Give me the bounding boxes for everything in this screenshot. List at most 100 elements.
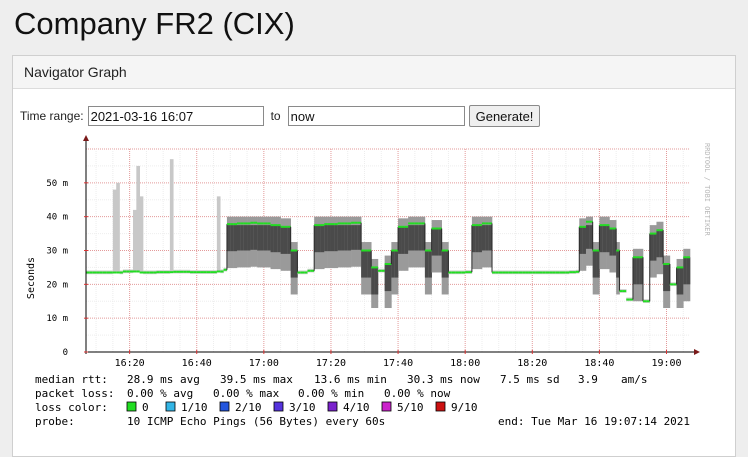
loss-swatch	[435, 401, 446, 412]
smoke-band-inner	[632, 257, 637, 285]
x-tick-label: 18:00	[450, 358, 480, 369]
smoke-band-inner	[263, 225, 268, 251]
smoke-band-inner	[280, 226, 285, 254]
smoke-band-inner	[233, 225, 238, 252]
smoke-band-inner	[676, 267, 681, 295]
smoke-band-inner	[411, 225, 416, 251]
smoke-band-inner	[260, 225, 265, 251]
legend: median rtt: 28.9 ms avg 39.5 ms max 13.6…	[35, 373, 690, 428]
packet-loss-max: 0.00 % max	[213, 387, 280, 400]
loss-color-swatches: 0 1/10 2/10 3/10 4/10 5/10 9/10	[126, 401, 478, 414]
smoke-band-inner	[398, 226, 402, 254]
smoke-band-inner	[592, 250, 597, 278]
smoke-band-inner	[290, 250, 295, 278]
smoke-band-inner	[596, 250, 600, 278]
packet-loss-now: 0.00 % now	[384, 387, 451, 400]
smoke-band-inner	[330, 225, 335, 252]
y-tick-label: 30 m	[46, 247, 68, 257]
smoke-band	[169, 159, 174, 274]
smoke-band-inner	[481, 225, 486, 251]
loss-swatch-label: 0	[142, 401, 149, 414]
smoke-band-inner	[394, 250, 399, 278]
smoke-band-inner	[431, 228, 436, 256]
probe-label: probe:	[35, 415, 75, 428]
smoke-band-inner	[320, 225, 325, 253]
smoke-band-inner	[653, 233, 657, 261]
median-rtt-sd: 7.5 ms sd	[500, 373, 560, 386]
smoke-band-inner	[585, 225, 590, 249]
median-rtt-max: 39.5 ms max	[220, 373, 293, 386]
smoke-band-inner	[602, 225, 607, 253]
smoke-band-inner	[428, 250, 432, 278]
smoke-band-inner	[582, 226, 587, 254]
smoke-band-inner	[250, 225, 255, 250]
median-rtt-now: 30.3 ms now	[407, 373, 480, 386]
latency-graph: 0 10 m 20 m 30 m 40 m 50 m 16:20 16:40 17:00 17:…	[26, 135, 711, 428]
packet-loss-avg: 0.00 % avg	[127, 387, 193, 400]
smoke-band-inner	[401, 226, 406, 254]
loss-swatch-label: 9/10	[451, 401, 478, 414]
smoke-band-inner	[384, 264, 389, 292]
y-axis-arrow	[83, 135, 89, 141]
end-time-label: end: Tue Mar 16 19:07:14 2021	[498, 415, 690, 428]
smoke-band-inner	[314, 225, 318, 253]
smoke-band-inner	[656, 230, 661, 258]
smoke-band-inner	[273, 225, 278, 253]
smoke-band-inner	[391, 250, 396, 278]
smoke-band-inner	[354, 225, 359, 250]
smoke-band-inner	[270, 225, 275, 253]
smoke-band-inner	[361, 250, 365, 278]
smoke-band-inner	[408, 225, 412, 251]
smoke-band-inner	[344, 225, 349, 251]
loss-swatch	[273, 401, 284, 412]
median-rtt-ams-unit: am/s	[621, 373, 648, 386]
smoke-band-inner	[424, 250, 429, 278]
packet-loss-min: 0.00 % min	[298, 387, 364, 400]
packet-loss-label: packet loss:	[35, 387, 114, 400]
smoke-band	[136, 165, 140, 273]
smoke-band-inner	[253, 225, 258, 250]
smoke-band-inner	[579, 226, 583, 254]
loss-swatch-label: 3/10	[289, 401, 316, 414]
x-tick-labels: 16:20 16:40 17:00 17:20 17:40 18:00 18:20 18:40…	[115, 358, 682, 369]
smoke-band	[116, 182, 120, 274]
smoke-band-inner	[237, 225, 241, 251]
smoke-band-inner	[414, 225, 419, 251]
smoke-band-inner	[686, 257, 691, 285]
rrdtool-watermark: RRDTOOL / TOBI OETIKER	[703, 143, 711, 237]
smoke-band	[112, 189, 117, 274]
smoke-band-inner	[418, 225, 422, 251]
y-axis-label: Seconds	[26, 257, 37, 299]
navigator-panel: Navigator Graph Time range: to Generate!…	[12, 55, 736, 457]
smoke-band-inner	[341, 225, 345, 251]
smoke-band	[132, 209, 137, 273]
probe-description: 10 ICMP Echo Pings (56 Bytes) every 60s	[127, 415, 385, 428]
smoke-band-inner	[388, 264, 392, 292]
smoke-band-inner	[485, 225, 489, 251]
x-axis-arrow	[694, 349, 700, 355]
smoke-band-inner	[649, 233, 654, 261]
smoke-band-inner	[257, 225, 261, 251]
median-rtt-ams: 3.9	[578, 373, 598, 386]
smoke-band-inner	[240, 225, 245, 251]
smoke-band-inner	[283, 226, 288, 254]
loss-swatch	[165, 401, 176, 412]
loss-swatch-label: 4/10	[343, 401, 370, 414]
x-tick-label: 18:20	[517, 358, 547, 369]
x-tick-label: 17:00	[249, 358, 279, 369]
smoke-band-inner	[267, 225, 271, 251]
x-tick-label: 16:40	[182, 358, 212, 369]
smoke-band-inner	[364, 250, 369, 278]
smoke-band-inner	[599, 225, 604, 253]
loss-swatch-label: 5/10	[397, 401, 424, 414]
smoke-band-inner	[317, 225, 322, 253]
page-title: Company FR2 (CIX)	[14, 6, 295, 41]
smoke-band-inner	[471, 225, 476, 253]
loss-swatch	[327, 401, 338, 412]
smoke-band-inner	[475, 225, 479, 253]
smoke-band-inner	[243, 225, 248, 251]
smoke-band-inner	[347, 225, 352, 251]
loss-swatch	[381, 401, 392, 412]
loss-swatch	[126, 401, 137, 412]
loss-swatch-label: 2/10	[235, 401, 262, 414]
